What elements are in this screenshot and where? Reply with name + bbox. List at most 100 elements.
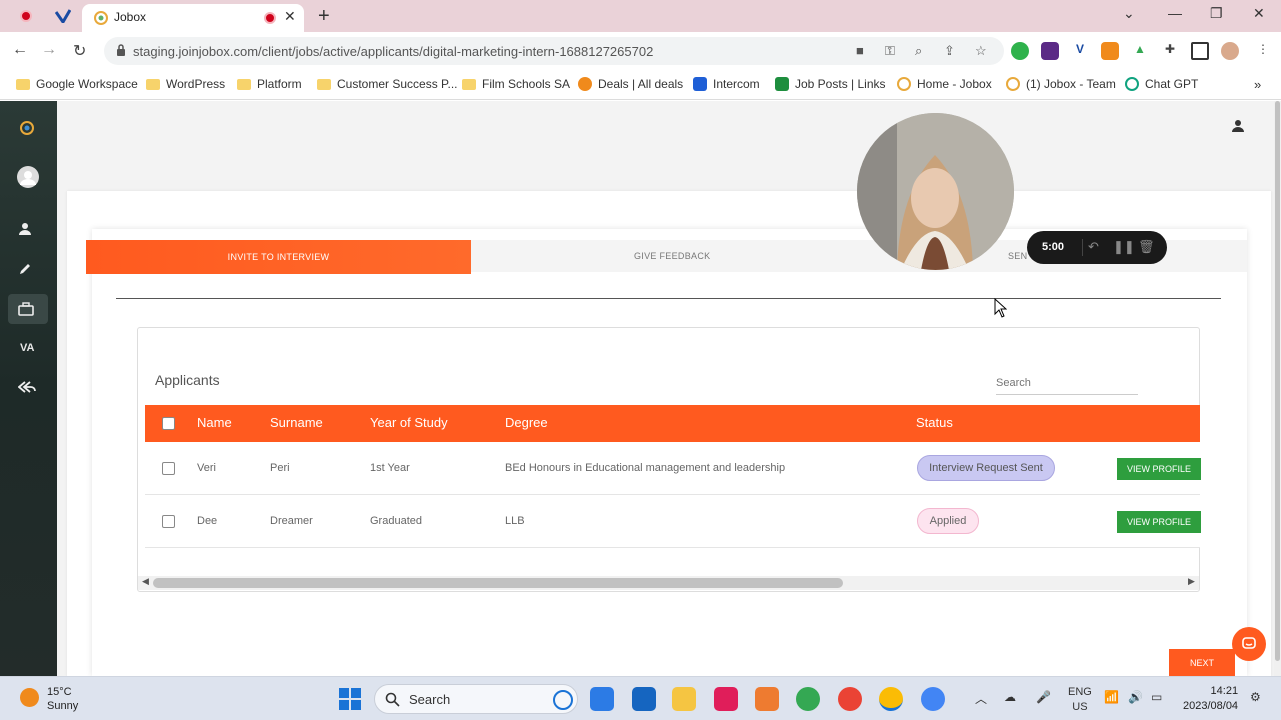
- applicant-degree: BEd Honours in Educational management an…: [505, 462, 786, 474]
- delete-icon[interactable]: 🗑: [1138, 239, 1155, 255]
- battery-icon[interactable]: ▭: [1151, 690, 1162, 704]
- bing-icon[interactable]: [553, 690, 573, 710]
- briefcase-icon[interactable]: [18, 302, 34, 316]
- table-horizontal-scrollbar[interactable]: ◀ ▶: [138, 576, 1199, 590]
- pencil-icon[interactable]: [18, 262, 32, 276]
- undo-icon[interactable]: ↶: [1088, 239, 1099, 255]
- account-user-icon[interactable]: [1231, 119, 1245, 133]
- language-indicator[interactable]: ENG US: [1068, 685, 1092, 715]
- slack-icon[interactable]: [714, 687, 738, 711]
- chrome-icon[interactable]: [796, 687, 820, 711]
- tab-invite-to-interview[interactable]: INVITE TO INTERVIEW: [86, 240, 471, 274]
- hubspot-ext-icon[interactable]: [1101, 42, 1119, 60]
- zoom-icon[interactable]: ⌕: [915, 43, 922, 59]
- logo-icon[interactable]: [20, 121, 34, 135]
- weather-sun-icon[interactable]: [20, 688, 39, 707]
- wifi-icon[interactable]: 📶: [1104, 690, 1119, 704]
- volume-icon[interactable]: 🔊: [1128, 690, 1143, 704]
- bookmark-home-jobox[interactable]: Home - Jobox: [897, 77, 992, 91]
- drive-icon[interactable]: ▲: [1131, 42, 1149, 60]
- chrome-other-icon[interactable]: [921, 687, 945, 711]
- search-input[interactable]: [996, 377, 1138, 389]
- row-checkbox[interactable]: [162, 515, 175, 528]
- applicant-search[interactable]: [996, 375, 1138, 395]
- reply-all-icon[interactable]: [18, 380, 36, 394]
- webflow-icon[interactable]: [1041, 42, 1059, 60]
- reload-icon[interactable]: ↻: [73, 41, 86, 61]
- back-icon[interactable]: ←: [12, 41, 28, 59]
- side-panel-icon[interactable]: [1191, 42, 1209, 60]
- bookmark-chat-gpt[interactable]: Chat GPT: [1125, 77, 1198, 91]
- pause-icon[interactable]: ❚❚: [1113, 239, 1135, 255]
- page-vertical-scrollbar[interactable]: [1274, 101, 1281, 676]
- row-checkbox[interactable]: [162, 462, 175, 475]
- hp-app-icon[interactable]: [590, 687, 614, 711]
- scroll-right-icon[interactable]: ▶: [1188, 576, 1195, 587]
- view-profile-button[interactable]: VIEW PROFILE: [1117, 458, 1201, 480]
- bookmark-intercom[interactable]: Intercom: [693, 77, 760, 91]
- bookmark-jobox-team[interactable]: (1) Jobox - Team: [1006, 77, 1116, 91]
- address-bar[interactable]: staging.joinjobox.com/client/jobs/active…: [104, 37, 1004, 65]
- windows-start-icon[interactable]: [339, 688, 361, 710]
- column-status[interactable]: Status: [916, 415, 953, 430]
- chat-launcher-icon[interactable]: [1232, 627, 1266, 661]
- share-icon[interactable]: ⇪: [944, 43, 955, 59]
- bookmark-star-icon[interactable]: ☆: [975, 43, 987, 59]
- tab-close-icon[interactable]: ✕: [284, 8, 296, 25]
- column-degree[interactable]: Degree: [505, 415, 548, 430]
- column-surname[interactable]: Surname: [270, 415, 323, 430]
- chrome-profile-icon[interactable]: [838, 687, 862, 711]
- view-profile-button[interactable]: VIEW PROFILE: [1117, 511, 1201, 533]
- bookmark-deals[interactable]: Deals | All deals: [578, 77, 683, 91]
- minimize-icon[interactable]: —: [1168, 5, 1182, 21]
- sidebar-item-va[interactable]: VA: [20, 342, 34, 354]
- mail-app-icon[interactable]: [632, 687, 656, 711]
- avatar-icon[interactable]: [16, 165, 40, 189]
- notifications-icon[interactable]: ⚙: [1250, 690, 1261, 704]
- restore-icon[interactable]: ❐: [1210, 5, 1223, 22]
- key-icon[interactable]: ⚿: [885, 43, 895, 59]
- tab-give-feedback[interactable]: GIVE FEEDBACK: [634, 251, 710, 261]
- user-icon[interactable]: [18, 222, 32, 236]
- onedrive-icon[interactable]: ☁: [1004, 690, 1016, 704]
- next-button[interactable]: NEXT: [1169, 649, 1235, 676]
- weather-widget[interactable]: 15°C Sunny: [47, 685, 78, 713]
- tab-search-chevron-icon[interactable]: ⌄: [1123, 5, 1135, 22]
- bookmark-job-posts[interactable]: Job Posts | Links: [775, 77, 886, 91]
- forward-icon[interactable]: →: [41, 41, 57, 59]
- extensions-puzzle-icon[interactable]: ✚: [1161, 42, 1179, 60]
- menu-kebab-icon[interactable]: ⋮: [1254, 42, 1272, 60]
- file-explorer-icon[interactable]: [672, 687, 696, 711]
- select-all-checkbox[interactable]: [162, 417, 175, 430]
- system-clock[interactable]: 14:21 2023/08/04: [1183, 684, 1238, 714]
- tab-jobox[interactable]: Jobox ✕: [82, 4, 304, 32]
- tray-overflow-icon[interactable]: ︿: [975, 690, 987, 707]
- temperature: 15°C: [47, 686, 72, 698]
- microphone-icon[interactable]: 🎤: [1036, 690, 1051, 704]
- camera-icon[interactable]: ■: [856, 43, 864, 58]
- scrollbar-thumb[interactable]: [1275, 101, 1280, 661]
- column-name[interactable]: Name: [197, 415, 232, 430]
- window-close-icon[interactable]: ✕: [1253, 5, 1265, 22]
- chrome-active-icon[interactable]: [879, 687, 903, 711]
- bookmark-wordpress[interactable]: WordPress: [146, 77, 225, 91]
- bookmark-google-workspace[interactable]: Google Workspace: [16, 77, 138, 91]
- bookmark-customer-success[interactable]: Customer Success P...: [317, 77, 458, 91]
- taskbar-search[interactable]: Search: [374, 684, 578, 714]
- bookmarks-overflow-icon[interactable]: »: [1254, 77, 1261, 92]
- scrollbar-thumb[interactable]: [153, 578, 843, 588]
- bookmark-platform[interactable]: Platform: [237, 77, 302, 91]
- column-year-of-study[interactable]: Year of Study: [370, 415, 448, 430]
- new-tab-icon[interactable]: +: [318, 5, 330, 28]
- snipping-tool-icon[interactable]: [755, 687, 779, 711]
- webcam-bubble[interactable]: [857, 113, 1014, 270]
- tab-send[interactable]: SEN: [1008, 251, 1027, 261]
- recording-tab-icon[interactable]: [17, 7, 35, 25]
- bookmark-film-schools[interactable]: Film Schools SA: [462, 77, 570, 91]
- profile-avatar-icon[interactable]: [1221, 42, 1239, 60]
- scroll-left-icon[interactable]: ◀: [142, 576, 149, 587]
- recorder-controls: 5:00 ↶ ❚❚ 🗑: [1027, 231, 1167, 264]
- grammarly-icon[interactable]: [1011, 42, 1029, 60]
- vimeo-ext-icon[interactable]: V: [1071, 42, 1089, 60]
- vimeo-tab-icon[interactable]: [54, 7, 72, 25]
